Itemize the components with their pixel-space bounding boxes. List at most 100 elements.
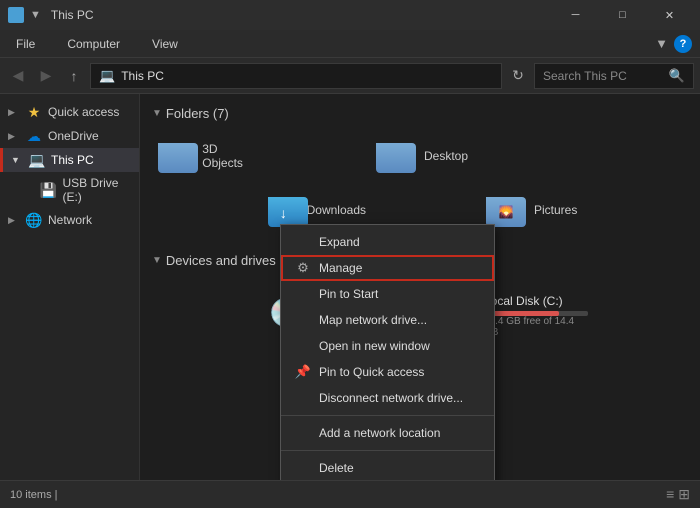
- ctx-open-new[interactable]: Open in new window: [281, 333, 494, 359]
- status-icons: ≡ ⊞: [666, 486, 690, 503]
- ctx-add-network-icon: [295, 425, 311, 441]
- sidebar-item-quickaccess[interactable]: ▶ ★ Quick access: [0, 100, 139, 124]
- sidebar-item-network[interactable]: ▶ 🌐 Network: [0, 208, 139, 232]
- ctx-manage-label: Manage: [319, 261, 362, 275]
- folder-name-pictures: Pictures: [534, 203, 577, 217]
- folder-3d-objects[interactable]: 3D Objects: [152, 133, 262, 179]
- status-details-icon[interactable]: ≡: [666, 486, 674, 503]
- close-button[interactable]: ✕: [647, 0, 692, 30]
- status-text: 10 items |: [10, 489, 58, 501]
- drive-free-c: 10.4 GB free of 14.4 GB: [484, 316, 588, 338]
- sidebar-label-thispc: This PC: [51, 153, 94, 167]
- folder-name-downloads: Downloads: [307, 203, 366, 217]
- sidebar-label-network: Network: [48, 213, 92, 227]
- sidebar-item-thispc[interactable]: ▼ 💻 This PC: [0, 148, 139, 172]
- app-icon: [8, 7, 24, 23]
- folder-name-desktop: Desktop: [424, 149, 468, 163]
- folder-icon-downloads: ↓: [268, 193, 299, 227]
- sidebar-arrow-quickaccess: ▶: [8, 107, 20, 118]
- address-pc-icon: 💻: [99, 68, 115, 84]
- sidebar-label-usb: USB Drive (E:): [62, 176, 131, 204]
- drive-name-c: Local Disk (C:): [484, 294, 588, 308]
- content-area: ▼ Folders (7) 3D Objects Desktop: [140, 94, 700, 480]
- folder-icon-desktop: [376, 139, 416, 173]
- titlebar-controls: ─ □ ✕: [553, 0, 692, 30]
- sidebar-icon-onedrive: ☁: [26, 128, 42, 144]
- ctx-pin-start-label: Pin to Start: [319, 287, 378, 301]
- ctx-manage[interactable]: ⚙ Manage: [281, 255, 494, 281]
- sidebar: ▶ ★ Quick access ▶ ☁ OneDrive ▼ 💻 This P…: [0, 94, 140, 480]
- folder-icon-pictures: 🌄: [486, 193, 526, 227]
- folder-icon-3d: [158, 139, 194, 173]
- ctx-map-network-icon: [295, 312, 311, 328]
- ctx-disconnect[interactable]: Disconnect network drive...: [281, 385, 494, 411]
- ctx-add-network-label: Add a network location: [319, 426, 440, 440]
- statusbar: 10 items | ≡ ⊞: [0, 480, 700, 508]
- folder-name-3d: 3D Objects: [202, 142, 256, 170]
- ctx-delete[interactable]: Delete: [281, 455, 494, 480]
- ctx-add-network[interactable]: Add a network location: [281, 420, 494, 446]
- ctx-pin-start[interactable]: Pin to Start: [281, 281, 494, 307]
- drives-title: Devices and drives: [166, 253, 276, 268]
- search-box[interactable]: Search This PC 🔍: [534, 63, 694, 89]
- refresh-button[interactable]: ↻: [506, 64, 530, 88]
- address-path: This PC: [121, 69, 164, 83]
- back-button[interactable]: ◀: [6, 64, 30, 88]
- ctx-expand[interactable]: Expand: [281, 229, 494, 255]
- titlebar-title: This PC: [51, 8, 94, 22]
- search-placeholder: Search This PC: [543, 69, 627, 83]
- ctx-pin-start-icon: [295, 286, 311, 302]
- ctx-expand-icon: [295, 234, 311, 250]
- sidebar-icon-thispc: 💻: [29, 152, 45, 168]
- titlebar: ▼ This PC ─ □ ✕: [0, 0, 700, 30]
- ctx-delete-label: Delete: [319, 461, 354, 475]
- drives-chevron: ▼: [152, 255, 162, 266]
- sidebar-arrow-onedrive: ▶: [8, 131, 20, 142]
- folder-desktop[interactable]: Desktop: [370, 133, 480, 179]
- sidebar-icon-usb: 💾: [40, 182, 56, 198]
- maximize-button[interactable]: □: [600, 0, 645, 30]
- titlebar-left: ▼ This PC: [8, 7, 94, 23]
- addressbar: ◀ ▶ ↑ 💻 This PC ↻ Search This PC 🔍: [0, 58, 700, 94]
- sidebar-label-onedrive: OneDrive: [48, 129, 99, 143]
- sidebar-item-onedrive[interactable]: ▶ ☁ OneDrive: [0, 124, 139, 148]
- ribbon-file[interactable]: File: [8, 33, 43, 55]
- folders-grid: 3D Objects Desktop ↓ Downloads: [152, 133, 688, 233]
- ctx-separator-1: [281, 415, 494, 416]
- ctx-pin-quick-label: Pin to Quick access: [319, 365, 424, 379]
- sidebar-icon-quickaccess: ★: [26, 104, 42, 120]
- ctx-open-new-label: Open in new window: [319, 339, 430, 353]
- sidebar-label-quickaccess: Quick access: [48, 105, 119, 119]
- ctx-expand-label: Expand: [319, 235, 360, 249]
- ctx-delete-icon: [295, 460, 311, 476]
- ribbon-expand-icon[interactable]: ▼: [655, 36, 668, 51]
- main-layout: ▶ ★ Quick access ▶ ☁ OneDrive ▼ 💻 This P…: [0, 94, 700, 480]
- forward-button[interactable]: ▶: [34, 64, 58, 88]
- ctx-manage-icon: ⚙: [295, 260, 311, 276]
- help-button[interactable]: ?: [674, 35, 692, 53]
- folder-pictures[interactable]: 🌄 Pictures: [480, 187, 590, 233]
- ctx-map-network-label: Map network drive...: [319, 313, 427, 327]
- ctx-disconnect-label: Disconnect network drive...: [319, 391, 463, 405]
- ctx-separator-2: [281, 450, 494, 451]
- ctx-pin-quick-icon: 📌: [295, 364, 311, 380]
- sidebar-arrow-network: ▶: [8, 215, 20, 226]
- ribbon-view[interactable]: View: [144, 33, 186, 55]
- folders-title: Folders (7): [166, 106, 229, 121]
- folders-chevron: ▼: [152, 108, 162, 119]
- address-box[interactable]: 💻 This PC: [90, 63, 502, 89]
- ctx-map-network[interactable]: Map network drive...: [281, 307, 494, 333]
- status-tiles-icon[interactable]: ⊞: [678, 486, 690, 503]
- sidebar-arrow-thispc: ▼: [11, 155, 23, 165]
- ctx-disconnect-icon: [295, 390, 311, 406]
- up-button[interactable]: ↑: [62, 64, 86, 88]
- ctx-open-new-icon: [295, 338, 311, 354]
- ctx-pin-quick[interactable]: 📌 Pin to Quick access: [281, 359, 494, 385]
- minimize-button[interactable]: ─: [553, 0, 598, 30]
- sidebar-icon-network: 🌐: [26, 212, 42, 228]
- ribbon-computer[interactable]: Computer: [59, 33, 128, 55]
- search-icon: 🔍: [669, 68, 685, 84]
- quick-toolbar: ▼: [30, 9, 41, 21]
- sidebar-item-usb[interactable]: 💾 USB Drive (E:): [0, 172, 139, 208]
- context-menu: Expand ⚙ Manage Pin to Start Map network…: [280, 224, 495, 480]
